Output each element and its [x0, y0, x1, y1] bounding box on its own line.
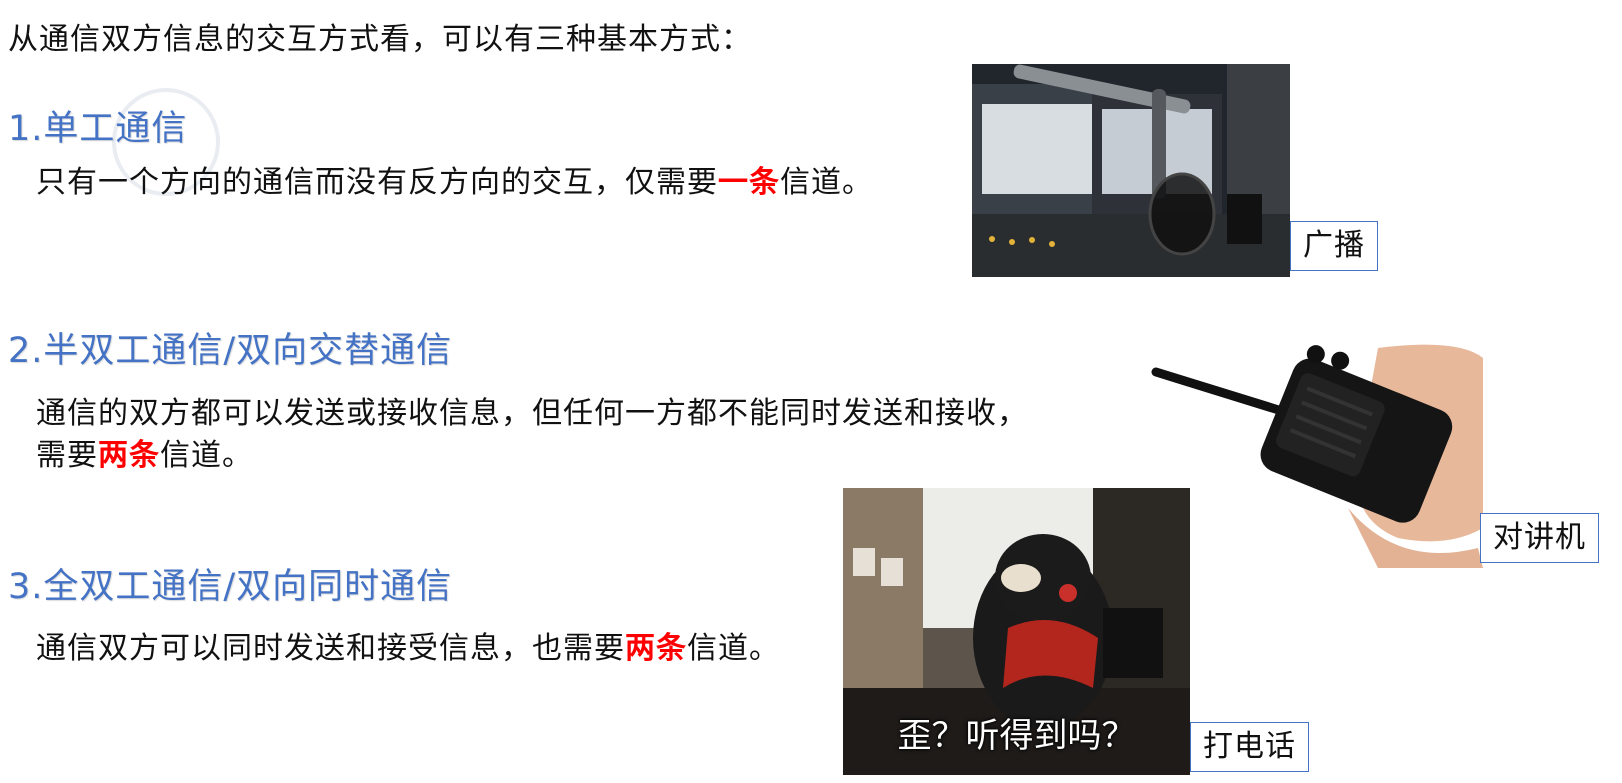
section-1-text: 只有一个方向的通信而没有反方向的交互，仅需要一条信道。	[36, 162, 873, 204]
broadcast-microphone-photo	[972, 64, 1290, 277]
caption-phone-call: 打电话	[1190, 722, 1309, 772]
microphone-illustration	[972, 64, 1290, 277]
section-2-line-2: 需要两条信道。	[36, 435, 1028, 477]
section-3-text-after: 信道。	[687, 631, 780, 666]
section-3-highlight: 两条	[625, 631, 687, 666]
section-1-heading: 1.单工通信	[8, 109, 188, 149]
caption-walkie-talkie: 对讲机	[1480, 513, 1599, 563]
section-3-text-before: 通信双方可以同时发送和接受信息，也需要	[36, 631, 625, 666]
section-1-highlight: 一条	[718, 165, 780, 200]
section-3-heading: 3.全双工通信/双向同时通信	[8, 567, 453, 607]
section-2-highlight: 两条	[98, 438, 160, 473]
intro-text: 从通信双方信息的交互方式看，可以有三种基本方式：	[8, 22, 752, 57]
section-2-text-after: 信道。	[160, 438, 253, 473]
section-1-text-before: 只有一个方向的通信而没有反方向的交互，仅需要	[36, 165, 718, 200]
walkie-talkie-illustration	[1148, 338, 1483, 568]
section-3-text: 通信双方可以同时发送和接受信息，也需要两条信道。	[36, 628, 780, 670]
section-2-text-before: 需要	[36, 438, 98, 473]
section-2-text: 通信的双方都可以发送或接收信息，但任何一方都不能同时发送和接收， 需要两条信道。	[36, 393, 1028, 477]
bear-on-phone-photo: 歪？听得到吗？	[843, 488, 1190, 775]
bear-photo-subtitle: 歪？听得到吗？	[897, 716, 1136, 756]
walkie-talkie-in-hand-photo	[1148, 338, 1483, 568]
caption-broadcast: 广播	[1290, 221, 1378, 271]
section-2-heading: 2.半双工通信/双向交替通信	[8, 331, 453, 371]
section-1-text-after: 信道。	[780, 165, 873, 200]
section-2-line-1: 通信的双方都可以发送或接收信息，但任何一方都不能同时发送和接收，	[36, 396, 1028, 431]
